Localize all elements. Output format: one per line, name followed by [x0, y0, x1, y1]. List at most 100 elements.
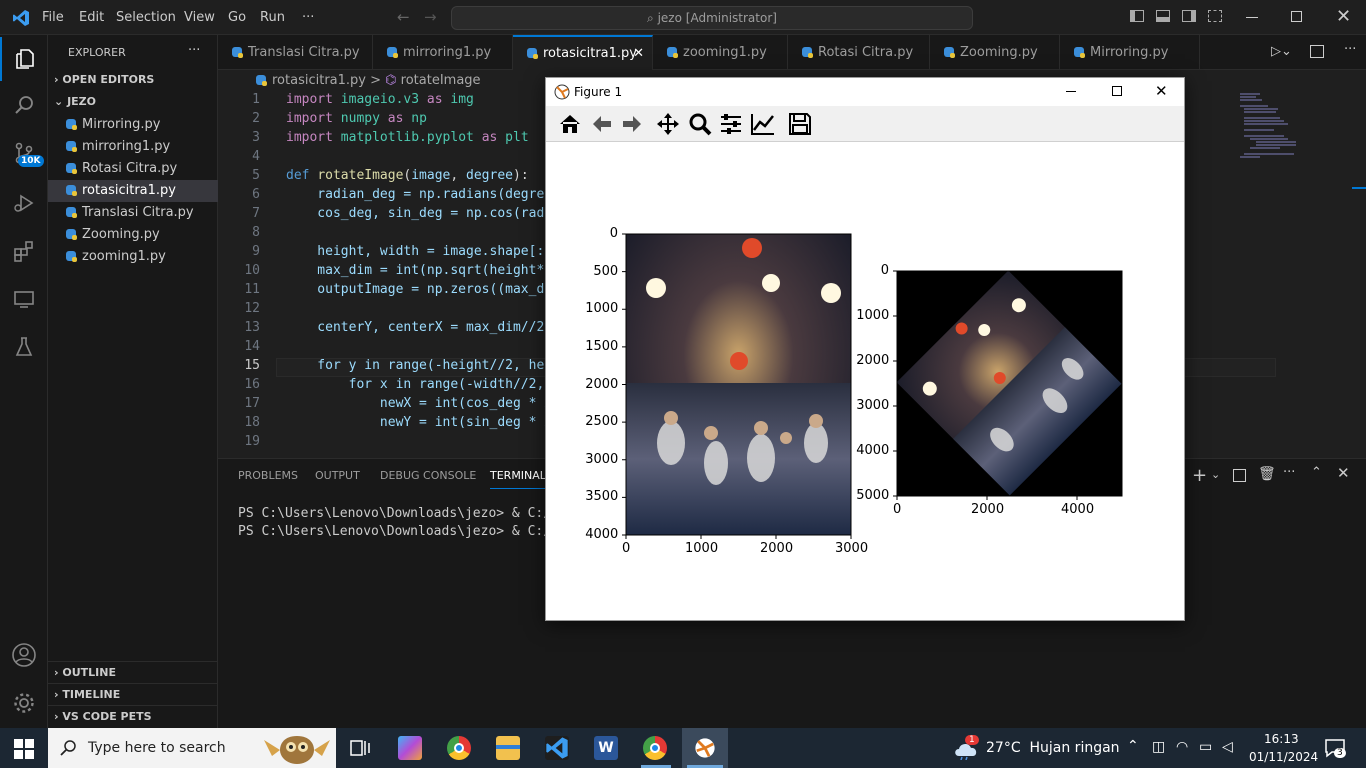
- tab-close-icon[interactable]: ✕: [633, 37, 644, 70]
- timeline-section[interactable]: › TIMELINE: [48, 683, 218, 705]
- sidebar-more-button[interactable]: ···: [188, 43, 200, 58]
- account-icon[interactable]: [0, 633, 48, 677]
- extensions-icon[interactable]: [0, 229, 48, 273]
- show-hidden-icons-icon[interactable]: ⌃: [1127, 738, 1139, 754]
- breadcrumb-file[interactable]: rotasicitra1.py: [272, 73, 366, 88]
- pets-section[interactable]: › VS CODE PETS: [48, 705, 218, 727]
- pan-icon[interactable]: [656, 112, 680, 136]
- copilot-icon[interactable]: [398, 736, 422, 760]
- battery-icon[interactable]: ▭: [1199, 739, 1212, 755]
- menu-more[interactable]: ···: [302, 10, 314, 25]
- close-panel-icon[interactable]: ✕: [1337, 464, 1350, 482]
- toggle-secondary-sidebar-icon[interactable]: [1182, 10, 1196, 22]
- chrome-profile-icon[interactable]: [643, 736, 667, 760]
- meet-now-icon[interactable]: ◫: [1152, 739, 1165, 755]
- menu-go[interactable]: Go: [228, 10, 246, 25]
- back-icon[interactable]: [590, 112, 614, 136]
- menu-view[interactable]: View: [184, 10, 215, 25]
- wifi-icon[interactable]: ◠: [1176, 739, 1188, 755]
- file-item-selected[interactable]: rotasicitra1.py: [48, 180, 218, 202]
- volume-icon[interactable]: ◁: [1222, 739, 1233, 755]
- testing-icon[interactable]: [0, 325, 48, 369]
- breadcrumb-symbol[interactable]: rotateImage: [401, 73, 481, 88]
- zoom-icon[interactable]: [688, 112, 712, 136]
- tab-zooming[interactable]: Zooming.py: [930, 35, 1060, 70]
- file-item[interactable]: zooming1.py: [48, 246, 218, 268]
- toggle-panel-icon[interactable]: [1156, 10, 1170, 22]
- maximize-panel-icon[interactable]: ⌃: [1311, 465, 1322, 480]
- forward-icon[interactable]: [620, 112, 644, 136]
- settings-gear-icon[interactable]: [0, 681, 48, 725]
- file-item[interactable]: Zooming.py: [48, 224, 218, 246]
- figure-close-icon[interactable]: ✕: [1155, 82, 1168, 100]
- x-tick-label: 2000: [760, 541, 794, 556]
- file-item[interactable]: Translasi Citra.py: [48, 202, 218, 224]
- file-explorer-icon[interactable]: [496, 736, 520, 760]
- original-image: [626, 234, 851, 535]
- vscode-taskbar-icon[interactable]: [545, 736, 569, 760]
- menu-edit[interactable]: Edit: [79, 10, 104, 25]
- nav-back-icon[interactable]: ←: [397, 8, 410, 26]
- source-control-icon[interactable]: [0, 131, 48, 175]
- clock-date[interactable]: 01/11/2024: [1249, 750, 1318, 764]
- command-center[interactable]: ⌕ jezo [Administrator]: [451, 6, 973, 30]
- menu-file[interactable]: File: [42, 10, 64, 25]
- code-line-16: for x in range(-width//2,: [286, 377, 545, 392]
- search-icon[interactable]: [0, 83, 48, 127]
- customize-layout-icon[interactable]: [1208, 10, 1222, 22]
- line-number: 14: [244, 339, 260, 354]
- tab-mirroring1[interactable]: mirroring1.py: [373, 35, 513, 70]
- chrome-icon[interactable]: [447, 736, 471, 760]
- folder-jezo-section[interactable]: ⌄ JEZO: [48, 91, 218, 113]
- menu-run[interactable]: Run: [260, 10, 285, 25]
- windows-start-icon[interactable]: [14, 739, 34, 759]
- minimize-icon[interactable]: [1246, 17, 1258, 18]
- run-debug-icon[interactable]: [0, 181, 48, 225]
- editor-more-icon[interactable]: ···: [1344, 42, 1356, 57]
- figure-minimize-icon[interactable]: [1066, 91, 1076, 92]
- file-item[interactable]: mirroring1.py: [48, 136, 218, 158]
- python-figure-taskbar-item[interactable]: [682, 728, 728, 768]
- figure-canvas[interactable]: 0 1000 2000 3000 0 500 1000 1500 2000 2500 3000 350…: [546, 143, 1184, 620]
- close-icon[interactable]: ✕: [1336, 6, 1351, 27]
- tab-mirroring[interactable]: Mirroring.py: [1060, 35, 1200, 70]
- notification-count: 3: [1334, 748, 1346, 758]
- file-item[interactable]: Rotasi Citra.py: [48, 158, 218, 180]
- nav-forward-icon[interactable]: →: [424, 8, 437, 26]
- chevron-down-icon[interactable]: ⌄: [1211, 468, 1220, 481]
- task-view-icon[interactable]: [349, 737, 371, 759]
- split-terminal-icon[interactable]: [1233, 469, 1246, 482]
- explorer-icon[interactable]: [0, 37, 48, 81]
- taskbar-search[interactable]: Type here to search: [48, 728, 336, 768]
- word-icon[interactable]: W: [594, 736, 618, 760]
- minimap[interactable]: [1236, 92, 1356, 162]
- configure-icon[interactable]: [719, 112, 743, 136]
- tab-zooming1[interactable]: zooming1.py: [653, 35, 788, 70]
- trash-icon[interactable]: 🗑: [1258, 466, 1276, 482]
- panel-tab-output[interactable]: OUTPUT: [315, 469, 360, 482]
- tab-translasi-citra[interactable]: Translasi Citra.py: [218, 35, 373, 70]
- clock-time[interactable]: 16:13: [1264, 732, 1299, 746]
- toggle-sidebar-icon[interactable]: [1130, 10, 1144, 22]
- tab-rotasicitra1[interactable]: rotasicitra1.py ✕: [513, 35, 653, 70]
- weather-text[interactable]: 27°C Hujan ringan: [986, 740, 1120, 756]
- panel-tab-terminal[interactable]: TERMINAL: [490, 469, 546, 489]
- edit-axes-icon[interactable]: [750, 112, 776, 136]
- save-icon[interactable]: [788, 112, 812, 136]
- tab-rotasi-citra[interactable]: Rotasi Citra.py: [788, 35, 930, 70]
- symbol-method-icon: ⌬: [385, 73, 397, 88]
- new-terminal-icon[interactable]: +: [1192, 465, 1207, 486]
- panel-tab-debug-console[interactable]: DEBUG CONSOLE: [380, 469, 476, 482]
- file-item[interactable]: Mirroring.py: [48, 114, 218, 136]
- outline-section[interactable]: › OUTLINE: [48, 661, 218, 683]
- run-file-icon[interactable]: ▷⌄: [1271, 44, 1292, 59]
- restore-icon[interactable]: [1291, 11, 1302, 22]
- home-icon[interactable]: [558, 112, 582, 136]
- figure-maximize-icon[interactable]: [1112, 86, 1122, 96]
- panel-more-icon[interactable]: ···: [1283, 465, 1295, 480]
- panel-tab-problems[interactable]: PROBLEMS: [238, 469, 298, 482]
- split-editor-icon[interactable]: [1310, 45, 1324, 58]
- menu-selection[interactable]: Selection: [116, 10, 176, 25]
- open-editors-section[interactable]: › OPEN EDITORS: [48, 69, 218, 91]
- remote-explorer-icon[interactable]: [0, 277, 48, 321]
